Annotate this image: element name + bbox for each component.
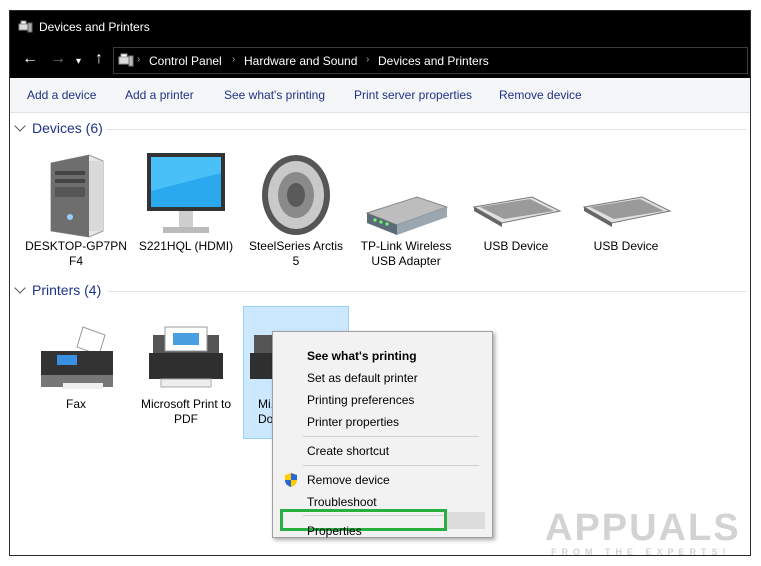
printer-microsoft-print-to-pdf[interactable]: Microsoft Print to PDF	[135, 321, 237, 427]
add-a-device-button[interactable]: Add a device	[27, 88, 96, 102]
printers-group-header[interactable]: Printers (4)	[14, 282, 102, 298]
device-label: USB Device	[593, 239, 659, 253]
breadcrumb-devices-and-printers[interactable]: Devices and Printers	[378, 54, 489, 68]
menu-item-properties[interactable]: Properties	[307, 524, 362, 538]
usb-adapter-icon	[365, 196, 449, 235]
devices-printers-icon	[18, 20, 33, 33]
device-label: SteelSeries Arctis 5	[248, 239, 344, 268]
printer-microsoft-xps-document-writer[interactable]: Mi... Doc...	[244, 321, 274, 427]
address-bar-row: ← → ▾ ↑ › Control Panel › Hardware and S…	[10, 42, 750, 78]
menu-item-remove-device[interactable]: Remove device	[307, 473, 390, 487]
printer-icon	[250, 335, 274, 379]
computer-icon	[50, 154, 104, 238]
device-monitor[interactable]: S221HQL (HDMI)	[135, 151, 237, 254]
menu-item-create-shortcut[interactable]: Create shortcut	[307, 444, 389, 458]
appuals-watermark: APPUALS FROM THE EXPERTS!	[545, 503, 751, 561]
menu-item-set-as-default-printer[interactable]: Set as default printer	[307, 371, 418, 385]
command-bar: Add a device Add a printer See what's pr…	[10, 78, 750, 113]
back-arrow-icon[interactable]: ←	[22, 51, 38, 67]
printers-group-label: Printers (4)	[32, 282, 102, 298]
context-menu: See what's printing Set as default print…	[272, 331, 493, 538]
printer-label: Fax	[65, 397, 86, 411]
device-label: S221HQL (HDMI)	[138, 239, 234, 253]
menu-item-hover-background	[447, 512, 485, 529]
device-usb-adapter[interactable]: TP-Link Wireless USB Adapter	[355, 151, 457, 269]
group-divider	[106, 129, 746, 130]
group-divider	[108, 291, 746, 292]
title-bar: Devices and Printers	[10, 11, 750, 42]
monitor-icon	[147, 153, 225, 233]
remove-device-button[interactable]: Remove device	[499, 88, 582, 102]
control-panel-icon	[118, 53, 134, 67]
fax-icon	[41, 326, 113, 389]
breadcrumb-control-panel[interactable]: Control Panel	[149, 54, 222, 68]
breadcrumb-separator-icon: ›	[366, 54, 370, 65]
devices-group-label: Devices (6)	[32, 120, 103, 136]
watermark-brand: APPUALS	[545, 507, 741, 549]
add-a-printer-button[interactable]: Add a printer	[125, 88, 194, 102]
uac-shield-icon	[285, 473, 297, 487]
device-desktop[interactable]: DESKTOP-GP7PN F4	[25, 151, 127, 269]
device-label: DESKTOP-GP7PN F4	[25, 239, 127, 268]
device-usb-keyboard-2[interactable]: USB Device	[575, 151, 677, 254]
forward-arrow-icon[interactable]: →	[50, 51, 66, 67]
recent-locations-chevron-icon[interactable]: ▾	[76, 54, 81, 70]
collapse-chevron-icon	[14, 120, 26, 132]
device-usb-keyboard-1[interactable]: USB Device	[465, 151, 567, 254]
devices-group-header[interactable]: Devices (6)	[14, 120, 103, 136]
properties-highlight-box	[280, 509, 447, 531]
printer-label: Microsoft Print to PDF	[140, 397, 232, 426]
menu-separator	[303, 436, 479, 437]
breadcrumb-hardware-and-sound[interactable]: Hardware and Sound	[244, 54, 357, 68]
menu-item-printer-properties[interactable]: Printer properties	[307, 415, 399, 429]
device-speaker[interactable]: SteelSeries Arctis 5	[245, 151, 347, 269]
breadcrumb-separator-icon: ›	[137, 54, 141, 65]
speaker-icon	[262, 155, 330, 235]
device-label: TP-Link Wireless USB Adapter	[360, 239, 452, 268]
see-whats-printing-button[interactable]: See what's printing	[224, 88, 325, 102]
devices-and-printers-window: Devices and Printers ← → ▾ ↑ › Control P…	[9, 10, 751, 556]
menu-item-troubleshoot[interactable]: Troubleshoot	[307, 495, 377, 509]
keyboard-icon	[472, 196, 562, 227]
device-label: USB Device	[483, 239, 549, 253]
menu-item-see-whats-printing[interactable]: See what's printing	[307, 349, 417, 363]
menu-separator	[303, 465, 479, 466]
address-box[interactable]: › Control Panel › Hardware and Sound › D…	[113, 47, 748, 74]
collapse-chevron-icon	[14, 282, 26, 294]
watermark-tagline: FROM THE EXPERTS!	[551, 547, 731, 557]
keyboard-icon	[582, 196, 672, 227]
menu-item-printing-preferences[interactable]: Printing preferences	[307, 393, 414, 407]
printer-fax[interactable]: Fax	[25, 321, 127, 412]
print-server-properties-button[interactable]: Print server properties	[354, 88, 472, 102]
breadcrumb-separator-icon: ›	[232, 54, 236, 65]
printer-label: Mi... Doc...	[258, 397, 274, 426]
up-arrow-icon[interactable]: ↑	[95, 51, 103, 67]
printer-icon	[149, 326, 223, 388]
window-title: Devices and Printers	[39, 20, 150, 34]
